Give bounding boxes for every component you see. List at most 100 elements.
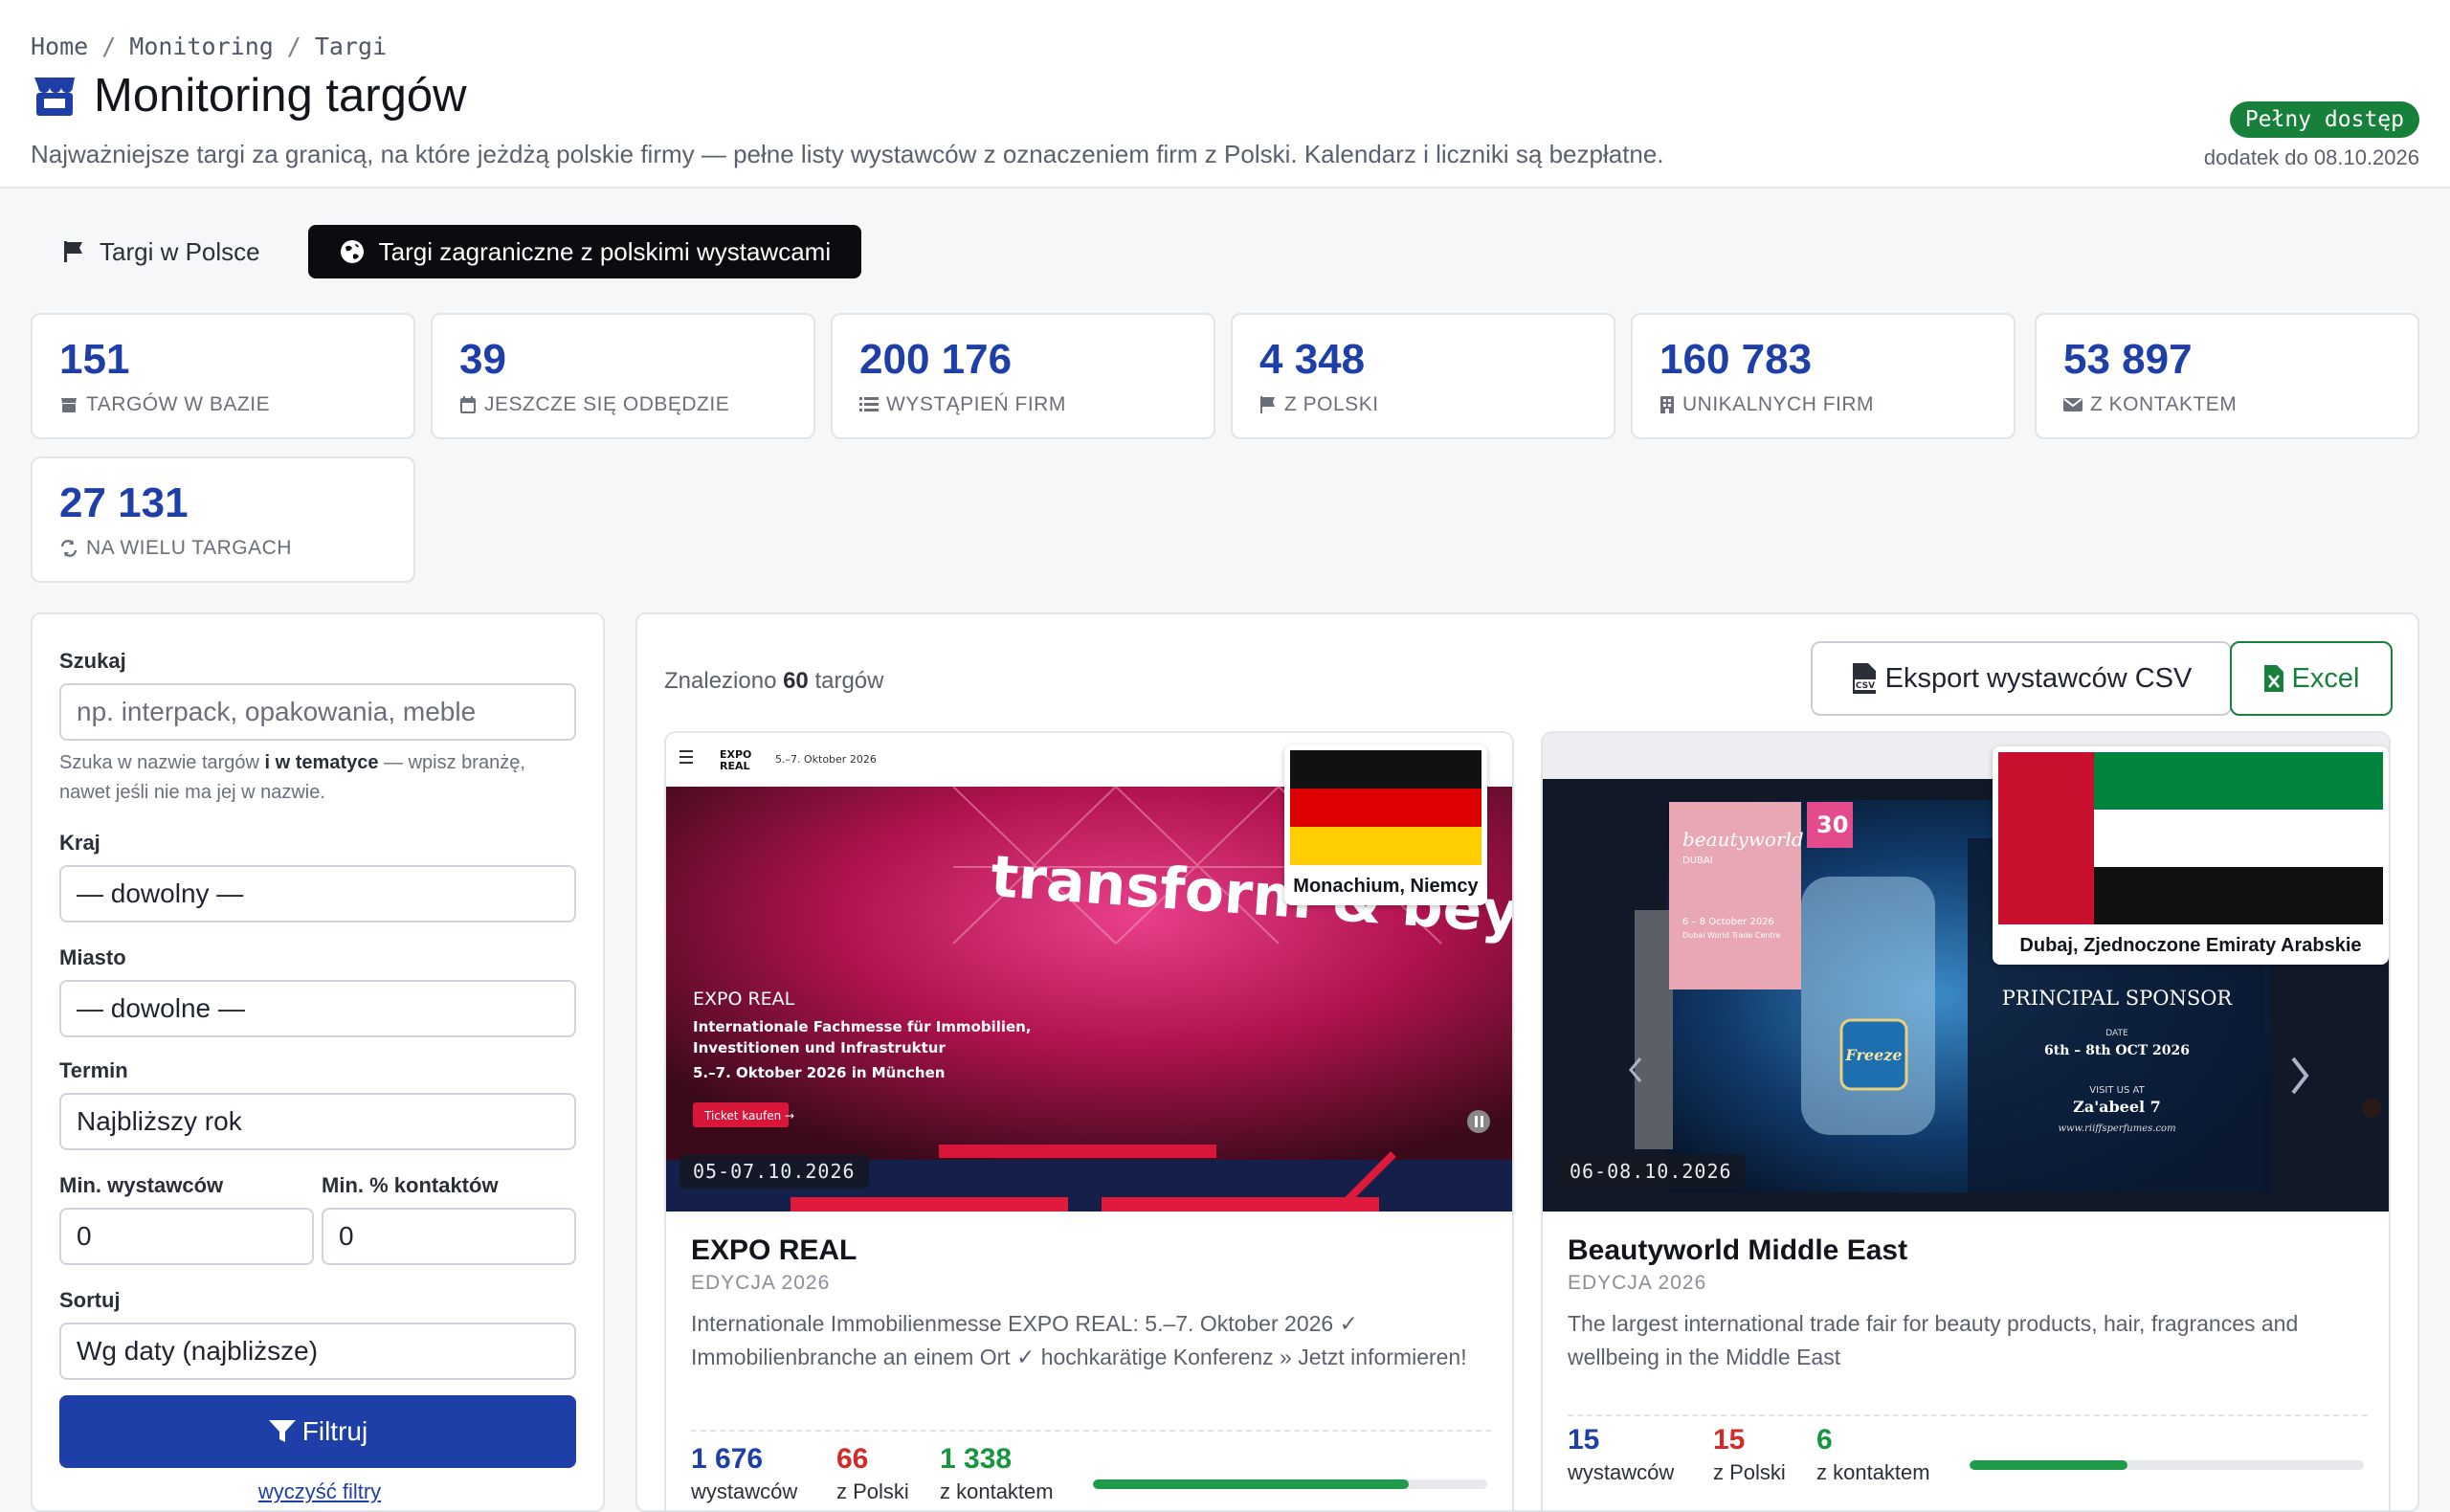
contacts-progress-bar (1970, 1460, 2364, 1470)
store-icon (61, 398, 77, 412)
stat-label: WYSTĄPIEŃ FIRM (859, 393, 1066, 416)
svg-text:www.riiffsperfumes.com: www.riiffsperfumes.com (2058, 1123, 2175, 1134)
svg-text:Internationale Fachmesse für I: Internationale Fachmesse für Immobilien, (693, 1018, 1032, 1035)
list-icon (859, 397, 879, 411)
metric-poland: 15 z Polski (1713, 1424, 1786, 1484)
results-count: Znaleziono 60 targów (664, 668, 884, 694)
stat-z-polski: 4 348 Z POLSKI (1231, 313, 1615, 439)
term-label: Termin (59, 1058, 128, 1082)
fair-description: Internationale Immobilienmesse EXPO REAL… (691, 1311, 1467, 1369)
clear-filters-link[interactable]: wyczyść filtry (33, 1479, 607, 1504)
search-label: Szukaj (59, 649, 126, 673)
stat-label: JESZCZE SIĘ ODBĘDZIE (459, 393, 729, 416)
fair-edition: EDYCJA 2026 (1568, 1272, 1707, 1294)
stat-value: 200 176 (859, 336, 1013, 383)
fair-card[interactable]: EXPO REAL 5.–7. Oktober 2026 transform &… (664, 731, 1514, 1510)
export-csv-button[interactable]: CSV Eksport wystawców CSV (1811, 641, 2232, 716)
min-exhibitors-label: Min. wystawców (59, 1173, 224, 1197)
metric-exhibitors: 15 wystawców (1568, 1424, 1675, 1484)
country-flag-badge: Dubaj, Zjednoczone Emiraty Arabskie (1993, 746, 2389, 965)
funnel-icon (268, 1420, 296, 1442)
svg-text:5.–7. Oktober 2026 in München: 5.–7. Oktober 2026 in München (693, 1064, 945, 1081)
fair-location: Monachium, Niemcy (1293, 876, 1479, 897)
fair-name[interactable]: EXPO REAL (691, 1234, 857, 1267)
breadcrumb-home[interactable]: Home (31, 33, 88, 60)
tab-targi-zagraniczne[interactable]: Targi zagraniczne z polskimi wystawcami (307, 225, 862, 278)
fair-description: The largest international trade fair for… (1568, 1311, 2299, 1369)
metric-poland: 66 z Polski (836, 1443, 909, 1503)
svg-text:DUBAI: DUBAI (1682, 856, 1713, 866)
page-header: Home / Monitoring / Targi Monitoring targów … (0, 0, 2450, 189)
svg-text:REAL: REAL (720, 760, 750, 772)
search-input[interactable]: np. interpack, opakowania, meble (59, 683, 576, 741)
min-contacts-label: Min. % kontaktów (322, 1173, 499, 1197)
sort-select[interactable]: Wg daty (najbliższe) (59, 1323, 576, 1380)
stat-jeszcze-sie-odbedzie: 39 JESZCZE SIĘ ODBĘDZIE (431, 313, 815, 439)
svg-text:Freeze: Freeze (1844, 1046, 1902, 1064)
breadcrumb-targi: Targi (314, 33, 388, 60)
svg-text:PRINCIPAL SPONSOR: PRINCIPAL SPONSOR (2002, 987, 2234, 1010)
stat-wystapien-firm: 200 176 WYSTĄPIEŃ FIRM (831, 313, 1215, 439)
svg-text:30: 30 (1816, 812, 1848, 838)
svg-text:DATE: DATE (2105, 1029, 2128, 1038)
tab-label: Targi zagraniczne z polskimi wystawcami (378, 236, 832, 266)
calendar-icon (460, 396, 476, 413)
title-row: Monitoring targów (31, 69, 466, 122)
card-divider (691, 1430, 1491, 1432)
stat-label: NA WIELU TARGACH (59, 537, 292, 560)
breadcrumb: Home / Monitoring / Targi (31, 33, 388, 60)
contacts-progress-bar (1093, 1479, 1487, 1489)
fair-date: 05-07.10.2026 (679, 1154, 869, 1189)
country-label: Kraj (59, 831, 100, 855)
progress-fill (1093, 1479, 1409, 1489)
repeat-icon (60, 540, 78, 557)
stat-value: 151 (59, 336, 130, 383)
envelope-icon (2063, 398, 2082, 411)
stat-z-kontaktem: 53 897 Z KONTAKTEM (2035, 313, 2419, 439)
sort-label: Sortuj (59, 1288, 121, 1312)
svg-text:6 – 8 October 2026: 6 – 8 October 2026 (1682, 917, 1774, 927)
page-subtitle: Najważniejsze targi za granicą, na które… (31, 140, 1664, 168)
export-excel-button[interactable]: Excel (2230, 641, 2393, 716)
min-exhibitors-input[interactable]: 0 (59, 1208, 314, 1265)
svg-text:Investitionen und Infrastruktu: Investitionen und Infrastruktur (693, 1039, 946, 1056)
min-contacts-input[interactable]: 0 (322, 1208, 576, 1265)
fair-card[interactable]: beautyworld DUBAI 6 – 8 October 2026 Dub… (1541, 731, 2391, 1510)
excel-file-icon (2263, 665, 2283, 692)
results-panel: Znaleziono 60 targów CSV Eksport wystawc… (635, 612, 2419, 1512)
svg-text:6th – 8th OCT 2026: 6th – 8th OCT 2026 (2044, 1043, 2190, 1058)
flag-icon (64, 241, 82, 262)
stat-label: Z KONTAKTEM (2063, 393, 2237, 416)
fair-name[interactable]: Beautyworld Middle East (1568, 1234, 1907, 1267)
screenshot-nav-date: 5.–7. Oktober 2026 (775, 753, 877, 766)
stat-label: UNIKALNYCH FIRM (1659, 393, 1874, 416)
country-select[interactable]: — dowolny — (59, 865, 576, 923)
stat-value: 39 (459, 336, 506, 383)
card-divider (1568, 1414, 2368, 1416)
store-icon (34, 78, 75, 116)
city-select[interactable]: — dowolne — (59, 980, 576, 1037)
tab-targi-w-polsce[interactable]: Targi w Polsce (31, 225, 291, 278)
term-select[interactable]: Najbliższy rok (59, 1093, 576, 1150)
svg-text:Za'abeel 7: Za'abeel 7 (2073, 1098, 2161, 1116)
country-flag-badge: Monachium, Niemcy (1284, 745, 1487, 905)
svg-text:VISIT US AT: VISIT US AT (2089, 1085, 2145, 1096)
fair-edition: EDYCJA 2026 (691, 1272, 831, 1294)
building-icon (1660, 396, 1674, 413)
metric-exhibitors: 1 676 wystawców (691, 1443, 798, 1503)
stat-value: 53 897 (2063, 336, 2193, 383)
fair-location: Dubaj, Zjednoczone Emiraty Arabskie (2019, 935, 2362, 956)
stat-unikalnych-firm: 160 783 UNIKALNYCH FIRM (1631, 313, 2016, 439)
germany-flag-icon (1290, 750, 1481, 865)
flag-icon (1260, 396, 1275, 413)
stat-targow-w-bazie: 151 TARGÓW W BAZIE (31, 313, 415, 439)
fair-date: 06-08.10.2026 (1556, 1154, 1746, 1189)
filter-button[interactable]: Filtruj (59, 1395, 576, 1468)
stat-value: 160 783 (1659, 336, 1813, 383)
uae-flag-icon (1998, 752, 2383, 924)
progress-fill (1970, 1460, 2127, 1470)
csv-file-icon: CSV (1852, 663, 1876, 694)
stat-value: 4 348 (1259, 336, 1366, 383)
breadcrumb-monitoring[interactable]: Monitoring (129, 33, 274, 60)
fair-screenshot: EXPO REAL 5.–7. Oktober 2026 transform &… (666, 733, 1512, 1212)
